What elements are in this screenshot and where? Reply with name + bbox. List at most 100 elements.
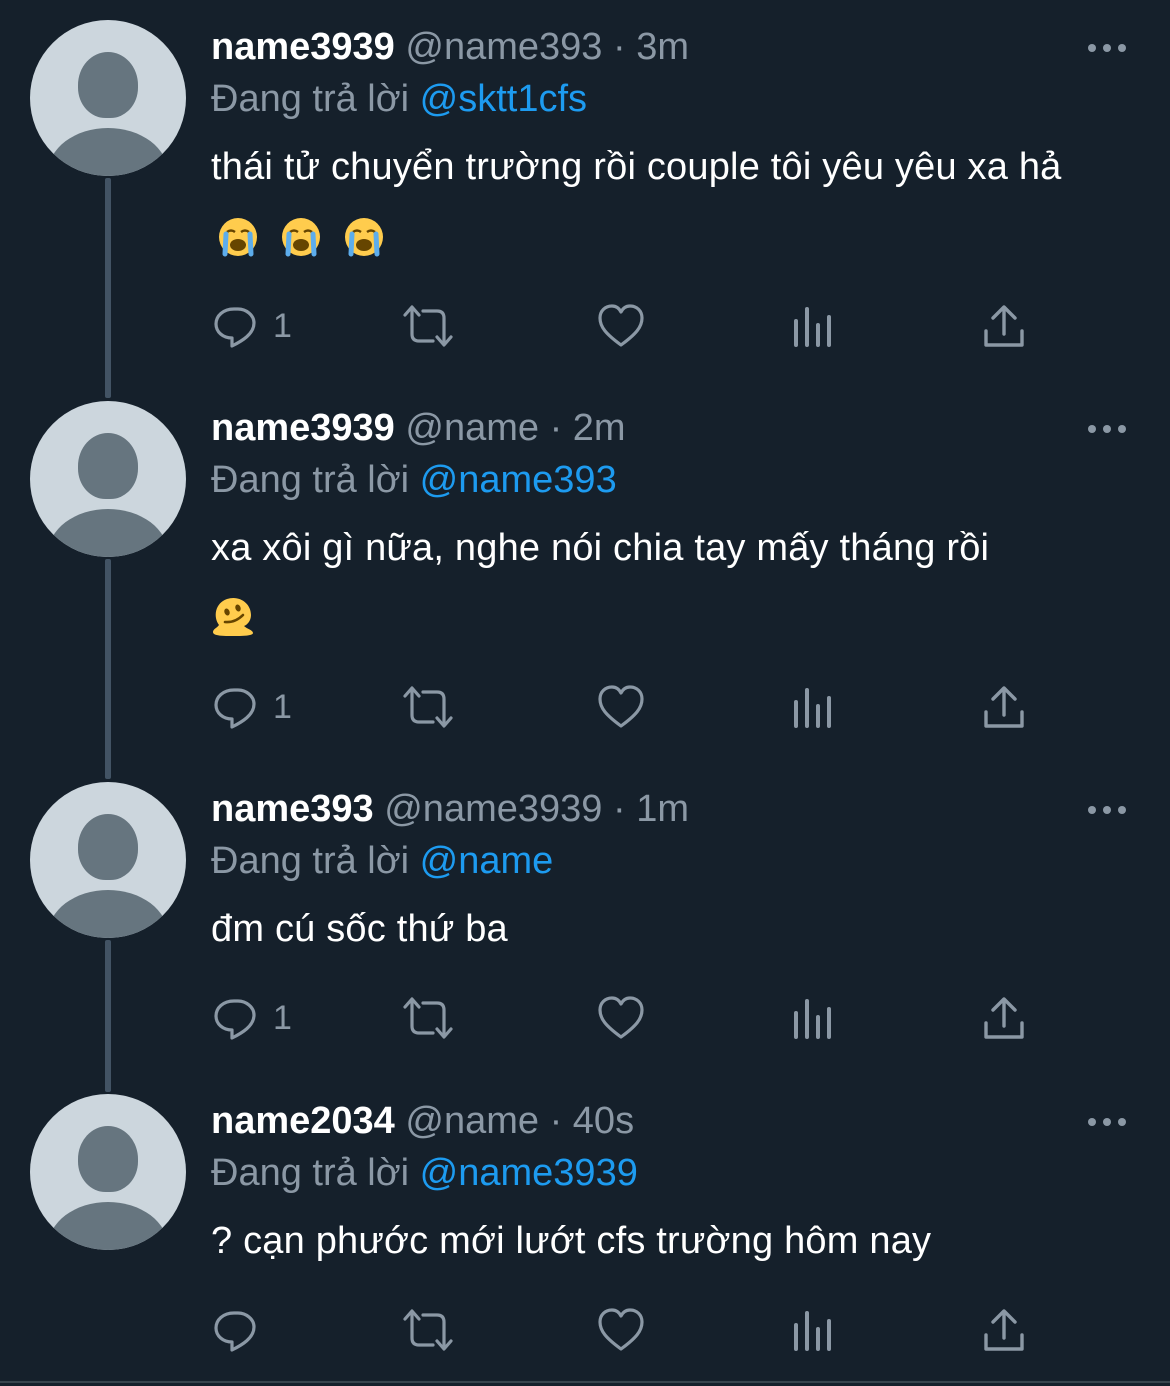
retweet-button[interactable]	[399, 988, 457, 1048]
reply-button[interactable]: 1	[211, 988, 292, 1048]
tweet[interactable]: name3939 @name393 · 3m Đang trả lời @skt…	[0, 0, 1170, 381]
reply-target-link[interactable]: @name393	[420, 459, 617, 501]
replying-to-label: Đang trả lời	[211, 1152, 410, 1194]
timestamp[interactable]: 2m	[573, 407, 626, 449]
tweet-text: đm cú sốc thứ ba	[211, 896, 1141, 962]
timestamp[interactable]: 40s	[573, 1100, 634, 1142]
user-handle[interactable]: @name	[405, 407, 539, 449]
replying-to-line: Đang trả lời @name	[211, 836, 553, 886]
like-icon	[596, 1305, 646, 1355]
display-name[interactable]: name2034	[211, 1100, 395, 1142]
views-icon	[791, 682, 835, 732]
user-handle[interactable]: @name3939	[384, 788, 602, 830]
display-name[interactable]: name3939	[211, 26, 395, 68]
tweet[interactable]: name2034 @name · 40s Đang trả lời @name3…	[0, 1074, 1170, 1381]
loudly-crying-face-icon	[343, 216, 385, 258]
reply-icon	[211, 682, 261, 732]
avatar-head-shape	[78, 52, 138, 118]
tweet[interactable]: name393 @name3939 · 1m Đang trả lời @nam…	[0, 762, 1170, 1074]
retweet-icon	[399, 682, 457, 732]
retweet-button[interactable]	[399, 677, 457, 737]
retweet-button[interactable]	[399, 296, 457, 356]
avatar-shoulders-shape	[48, 509, 168, 557]
share-icon	[981, 1305, 1027, 1355]
avatar[interactable]	[30, 1094, 186, 1250]
display-name[interactable]: name3939	[211, 407, 395, 449]
more-options-icon[interactable]	[1086, 800, 1128, 820]
tweet[interactable]: name3939 @name · 2m Đang trả lời @name39…	[0, 381, 1170, 762]
reply-button[interactable]: 1	[211, 677, 292, 737]
share-button[interactable]	[981, 988, 1027, 1048]
reply-count: 1	[273, 999, 292, 1037]
display-name[interactable]: name393	[211, 788, 374, 830]
retweet-icon	[399, 993, 457, 1043]
tweet-actions: 1	[211, 988, 1051, 1048]
views-button[interactable]	[791, 1300, 835, 1360]
loudly-crying-face-icon	[280, 216, 322, 258]
tweet-actions: 1	[211, 677, 1051, 737]
views-button[interactable]	[791, 988, 835, 1048]
tweet-header: name2034 @name · 40s	[211, 1096, 634, 1146]
user-handle[interactable]: @name393	[405, 26, 602, 68]
tweet-text-content: đm cú sốc thứ ba	[211, 908, 508, 950]
avatar-shoulders-shape	[48, 890, 168, 938]
separator-dot: ·	[612, 26, 626, 68]
reply-button[interactable]	[211, 1300, 273, 1360]
reply-target-link[interactable]: @name	[420, 840, 554, 882]
replying-to-label: Đang trả lời	[211, 459, 410, 501]
tweet-header: name3939 @name · 2m	[211, 403, 626, 453]
avatar[interactable]	[30, 782, 186, 938]
separator-dot: ·	[612, 788, 626, 830]
conversation-thread: name3939 @name393 · 3m Đang trả lời @skt…	[0, 0, 1170, 1386]
more-options-icon[interactable]	[1086, 1112, 1128, 1132]
retweet-button[interactable]	[399, 1300, 457, 1360]
tweet-header: name393 @name3939 · 1m	[211, 784, 689, 834]
replying-to-line: Đang trả lời @name393	[211, 455, 617, 505]
reply-count: 1	[273, 307, 292, 345]
separator-dot: ·	[549, 1100, 563, 1142]
more-options-icon[interactable]	[1086, 38, 1128, 58]
timestamp[interactable]: 3m	[636, 26, 689, 68]
like-button[interactable]	[596, 677, 646, 737]
loudly-crying-face-icon	[217, 216, 259, 258]
views-button[interactable]	[791, 677, 835, 737]
avatar-head-shape	[78, 814, 138, 880]
tweet-text-content: ? cạn phước mới lướt cfs trường hôm nay	[211, 1220, 932, 1262]
avatar-shoulders-shape	[48, 128, 168, 176]
share-button[interactable]	[981, 296, 1027, 356]
like-icon	[596, 682, 646, 732]
tweet-text: xa xôi gì nữa, nghe nói chia tay mấy thá…	[211, 515, 1141, 647]
views-icon	[791, 1305, 835, 1355]
avatar[interactable]	[30, 401, 186, 557]
reply-target-link[interactable]: @name3939	[420, 1152, 638, 1194]
replying-to-label: Đang trả lời	[211, 78, 410, 120]
views-button[interactable]	[791, 296, 835, 356]
like-icon	[596, 301, 646, 351]
replying-to-label: Đang trả lời	[211, 840, 410, 882]
like-button[interactable]	[596, 988, 646, 1048]
tweet-actions: 1	[211, 296, 1051, 356]
share-icon	[981, 993, 1027, 1043]
share-icon	[981, 301, 1027, 351]
bottom-divider	[0, 1381, 1170, 1383]
views-icon	[791, 993, 835, 1043]
reply-button[interactable]: 1	[211, 296, 292, 356]
avatar[interactable]	[30, 20, 186, 176]
reply-icon	[211, 1305, 261, 1355]
reply-target-link[interactable]: @sktt1cfs	[420, 78, 587, 120]
share-icon	[981, 682, 1027, 732]
avatar-head-shape	[78, 1126, 138, 1192]
user-handle[interactable]: @name	[405, 1100, 539, 1142]
timestamp[interactable]: 1m	[636, 788, 689, 830]
share-button[interactable]	[981, 677, 1027, 737]
tweet-text-content: thái tử chuyển trường rồi couple tôi yêu…	[211, 146, 1062, 188]
like-button[interactable]	[596, 1300, 646, 1360]
share-button[interactable]	[981, 1300, 1027, 1360]
separator-dot: ·	[549, 407, 563, 449]
tweet-text: thái tử chuyển trường rồi couple tôi yêu…	[211, 134, 1141, 268]
tweet-text: ? cạn phước mới lướt cfs trường hôm nay	[211, 1208, 1141, 1274]
more-options-icon[interactable]	[1086, 419, 1128, 439]
like-button[interactable]	[596, 296, 646, 356]
melting-face-icon	[211, 595, 255, 637]
tweet-header: name3939 @name393 · 3m	[211, 22, 689, 72]
